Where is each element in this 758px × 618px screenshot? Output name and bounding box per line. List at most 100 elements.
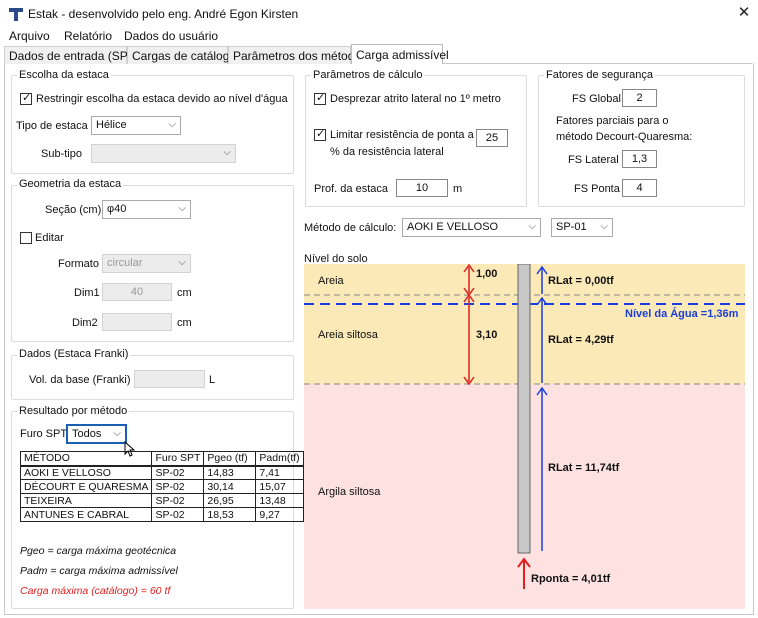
table-header: Furo SPT bbox=[151, 451, 205, 467]
tipo-label: Tipo de estaca bbox=[16, 120, 88, 132]
app-icon bbox=[9, 8, 23, 21]
metodo-label: Método de cálculo: bbox=[304, 222, 397, 234]
subtipo-label: Sub-tipo bbox=[41, 148, 82, 160]
formato-value: circular bbox=[107, 257, 143, 269]
table-header: MÉTODO bbox=[19, 451, 153, 467]
formato-label: Formato bbox=[58, 258, 99, 270]
window-title: Estak - desenvolvido pelo eng. André Ego… bbox=[28, 7, 299, 21]
dim2-unit: cm bbox=[177, 317, 192, 329]
table-cell: TEIXEIRA bbox=[19, 493, 153, 508]
secao-label: Seção (cm) bbox=[45, 204, 102, 216]
chevron-down-icon: ⌵ bbox=[528, 221, 536, 232]
resultado-title: Resultado por método bbox=[17, 405, 130, 417]
limitar-checkbox[interactable] bbox=[314, 127, 326, 141]
chevron-down-icon: ⌵ bbox=[113, 428, 121, 439]
layer-thickness: 1,00 bbox=[476, 268, 498, 280]
parciais-label-1: Fatores parciais para o bbox=[556, 115, 669, 127]
metodo-select[interactable]: AOKI E VELLOSO ⌵ bbox=[402, 218, 541, 237]
furo-label: Furo SPT bbox=[20, 428, 68, 440]
vol-unit: L bbox=[209, 374, 216, 386]
menu-arquivo[interactable]: Arquivo bbox=[9, 29, 50, 43]
chevron-down-icon: ⌵ bbox=[223, 147, 231, 158]
layer-name: Argila siltosa bbox=[318, 486, 381, 498]
rlat-label: RLat = 11,74tf bbox=[548, 462, 620, 474]
table-row: TEIXEIRA SP-02 26,95 13,48 bbox=[19, 493, 304, 508]
desprezar-checkbox[interactable] bbox=[314, 91, 326, 105]
vol-label: Vol. da base (Franki) bbox=[29, 374, 131, 386]
desprezar-label: Desprezar atrito lateral no 1º metro bbox=[330, 93, 501, 105]
rponta-label: Rponta = 4,01tf bbox=[531, 573, 611, 585]
prof-label: Prof. da estaca bbox=[314, 183, 388, 195]
tab-dados-entrada[interactable]: Dados de entrada (SPT) bbox=[4, 46, 139, 64]
tab-parametros-metodos[interactable]: Parâmetros dos métodos bbox=[228, 46, 367, 64]
note-pgeo: Pgeo = carga máxima geotécnica bbox=[20, 545, 177, 557]
table-cell: AOKI E VELLOSO bbox=[19, 465, 153, 480]
table-row: DÉCOURT E QUARESMA SP-02 30,14 15,07 bbox=[19, 479, 304, 494]
menu-relatorio[interactable]: Relatório bbox=[64, 29, 112, 43]
limitar-label-2: % da resistência lateral bbox=[330, 146, 444, 158]
pile bbox=[517, 264, 531, 554]
rlat-label: RLat = 4,29tf bbox=[548, 334, 614, 346]
close-button[interactable]: ✕ bbox=[735, 4, 753, 22]
table-row: AOKI E VELLOSO SP-02 14,83 7,41 bbox=[19, 465, 304, 480]
dim1-unit: cm bbox=[177, 287, 192, 299]
franki-title: Dados (Estaca Franki) bbox=[17, 348, 131, 360]
editar-label: Editar bbox=[35, 232, 64, 244]
tab-carga-admissivel[interactable]: Carga admissível bbox=[351, 44, 449, 64]
dim2-input[interactable] bbox=[102, 313, 172, 331]
tab-cargas-catalogo[interactable]: Cargas de catálogo bbox=[127, 46, 236, 64]
fs-global-label: FS Global bbox=[572, 93, 621, 105]
prof-input[interactable]: 10 bbox=[396, 179, 448, 197]
table-cell: DÉCOURT E QUARESMA bbox=[19, 479, 153, 494]
parciais-label-2: método Decourt-Quaresma: bbox=[556, 131, 693, 143]
dim1-input[interactable]: 40 bbox=[102, 283, 172, 301]
vol-input[interactable] bbox=[134, 370, 205, 388]
table-header: Padm(tf) bbox=[255, 451, 304, 467]
chevron-down-icon: ⌵ bbox=[168, 119, 176, 130]
furo-select[interactable]: Todos ⌵ bbox=[66, 424, 127, 444]
secao-value: φ40 bbox=[107, 203, 127, 215]
furo-value: Todos bbox=[72, 428, 102, 440]
results-table: MÉTODO Furo SPT Pgeo (tf) Padm(tf) AOKI … bbox=[19, 451, 304, 522]
table-cell: SP-02 bbox=[151, 479, 205, 494]
restringir-label: Restringir escolha da estaca devido ao n… bbox=[36, 93, 288, 105]
table-cell: 9,27 bbox=[255, 507, 304, 522]
chevron-down-icon: ⌵ bbox=[600, 221, 608, 232]
furo-calc-select[interactable]: SP-01 ⌵ bbox=[551, 218, 613, 237]
editar-checkbox[interactable] bbox=[20, 232, 32, 244]
restringir-checkbox[interactable] bbox=[20, 91, 32, 105]
table-cell: SP-02 bbox=[151, 465, 205, 480]
table-cell: 13,48 bbox=[255, 493, 304, 508]
note-padm: Padm = carga máxima admissível bbox=[20, 565, 178, 577]
layer-name: Areia bbox=[318, 275, 344, 287]
layer-thickness: 3,10 bbox=[476, 329, 498, 341]
fs-lateral-input[interactable]: 1,3 bbox=[622, 150, 657, 168]
secao-select[interactable]: φ40 ⌵ bbox=[102, 200, 191, 219]
table-cell: SP-02 bbox=[151, 507, 205, 522]
geometria-title: Geometria da estaca bbox=[17, 178, 124, 190]
limitar-input[interactable]: 25 bbox=[476, 129, 508, 147]
tipo-value: Hélice bbox=[96, 119, 127, 131]
table-header: Pgeo (tf) bbox=[203, 451, 257, 467]
fs-ponta-input[interactable]: 4 bbox=[622, 179, 657, 197]
fs-lateral-label: FS Lateral bbox=[568, 154, 619, 166]
table-cell: ANTUNES E CABRAL bbox=[19, 507, 153, 522]
limitar-label-1: Limitar resistência de ponta a bbox=[330, 129, 474, 141]
chevron-down-icon: ⌵ bbox=[178, 203, 186, 214]
table-cell: 30,14 bbox=[203, 479, 257, 494]
escolha-title: Escolha da estaca bbox=[17, 69, 111, 81]
fs-ponta-label: FS Ponta bbox=[574, 183, 620, 195]
table-cell: SP-02 bbox=[151, 493, 205, 508]
metodo-value: AOKI E VELLOSO bbox=[407, 221, 499, 233]
calculo-title: Parâmetros de cálculo bbox=[311, 69, 425, 81]
table-row: ANTUNES E CABRAL SP-02 18,53 9,27 bbox=[19, 507, 304, 522]
fs-global-input[interactable]: 2 bbox=[622, 89, 657, 107]
table-cell: 26,95 bbox=[203, 493, 257, 508]
table-header-row: MÉTODO Furo SPT Pgeo (tf) Padm(tf) bbox=[19, 451, 304, 467]
tipo-select[interactable]: Hélice ⌵ bbox=[91, 116, 181, 135]
formato-select[interactable]: circular ⌵ bbox=[102, 254, 191, 273]
subtipo-select[interactable]: ⌵ bbox=[91, 144, 236, 163]
prof-unit: m bbox=[453, 183, 463, 195]
chevron-down-icon: ⌵ bbox=[178, 257, 186, 268]
menu-dados-usuario[interactable]: Dados do usuário bbox=[124, 29, 218, 43]
